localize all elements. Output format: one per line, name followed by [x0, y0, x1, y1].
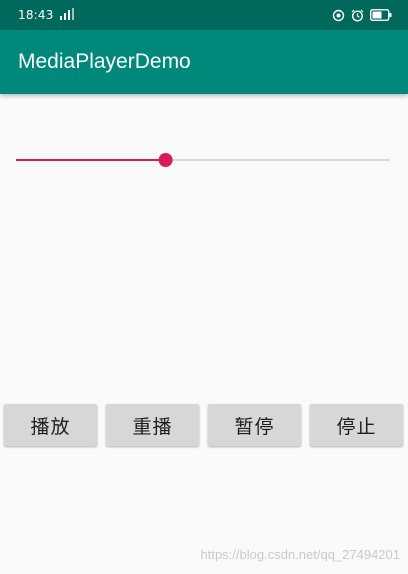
pause-button[interactable]: 暂停	[208, 404, 301, 446]
signal-icon	[60, 8, 74, 20]
sync-icon	[332, 9, 345, 21]
status-time: 18:43	[18, 8, 54, 22]
control-buttons: 播放 重播 暂停 停止	[4, 404, 404, 448]
seek-bar-thumb[interactable]	[158, 153, 173, 167]
app-bar: MediaPlayerDemo	[0, 30, 408, 94]
stop-button[interactable]: 停止	[310, 404, 403, 446]
battery-icon	[370, 9, 392, 21]
watermark: https://blog.csdn.net/qq_27494201	[200, 547, 401, 562]
app-title: MediaPlayerDemo	[18, 50, 191, 73]
play-button[interactable]: 播放	[4, 404, 97, 446]
alarm-icon	[351, 9, 364, 22]
seek-bar[interactable]	[16, 148, 392, 172]
replay-button[interactable]: 重播	[106, 404, 199, 446]
status-bar: 18:43	[0, 0, 408, 30]
